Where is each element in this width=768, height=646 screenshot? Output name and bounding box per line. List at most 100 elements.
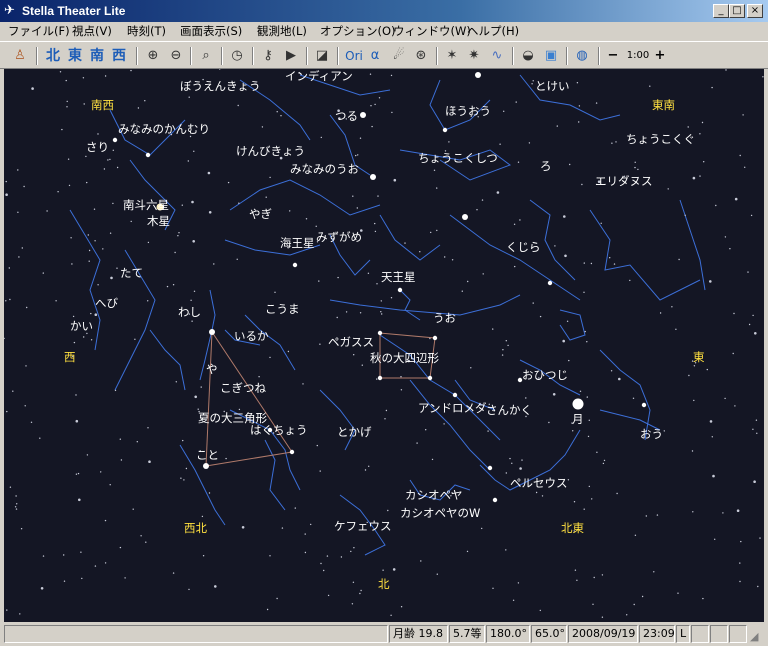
- star: [517, 161, 520, 163]
- sky-label-26[interactable]: いるか: [234, 329, 269, 343]
- menu-location[interactable]: 観測地(L): [257, 24, 307, 39]
- sky-label-13[interactable]: 南斗六星: [123, 198, 169, 212]
- direction-west-button[interactable]: 西: [110, 46, 128, 66]
- star: [23, 185, 25, 188]
- sky-label-30[interactable]: おひつじ: [522, 368, 568, 382]
- menu-help[interactable]: ヘルプ(H): [467, 24, 519, 39]
- star: [280, 115, 282, 117]
- moon-icon: [572, 398, 584, 410]
- menu-window[interactable]: ウィンドウ(W): [393, 24, 471, 39]
- zoom-in-button[interactable]: +: [652, 46, 668, 66]
- resize-grip-icon[interactable]: ◢: [750, 630, 764, 644]
- constellation-line-37: [679, 199, 706, 291]
- sky-label-7[interactable]: さり: [86, 140, 109, 154]
- clock-icon[interactable]: ◷: [227, 46, 247, 66]
- sky-label-8[interactable]: けんびきょう: [236, 144, 305, 158]
- sky-label-28[interactable]: 秋の大四辺形: [370, 351, 439, 365]
- bright-star: [377, 330, 383, 336]
- sky-label-32[interactable]: アンドロメダ: [418, 401, 487, 415]
- direction-east-button[interactable]: 東: [66, 46, 84, 66]
- zoom-in-icon[interactable]: ⊕: [143, 46, 163, 66]
- sky-label-34[interactable]: 月: [572, 412, 584, 426]
- menu-display[interactable]: 画面表示(S): [180, 24, 242, 39]
- globe-icon[interactable]: ◍: [572, 46, 592, 66]
- constellation-lines: [69, 74, 706, 556]
- star: [316, 444, 318, 447]
- sky-label-33[interactable]: さんかく: [486, 403, 532, 417]
- sky-label-39[interactable]: こと: [196, 448, 219, 462]
- sky-label-1[interactable]: インディアン: [285, 69, 353, 83]
- ori-button[interactable]: Ori: [343, 46, 365, 66]
- sky-label-10[interactable]: みなみのうお: [290, 162, 359, 176]
- sky-label-20[interactable]: 天王星: [381, 270, 416, 284]
- constellation-lines-icon[interactable]: ✶: [442, 46, 462, 66]
- milky-way-icon[interactable]: ∿: [487, 46, 507, 66]
- title-bar[interactable]: ✈ Stella Theater Lite _ □ ×: [0, 0, 768, 22]
- sky-label-2[interactable]: とけい: [535, 79, 570, 93]
- dome-icon[interactable]: ◒: [518, 46, 538, 66]
- close-button[interactable]: ×: [747, 4, 763, 18]
- sky-label-31[interactable]: こぎつね: [220, 381, 266, 395]
- star: [467, 280, 469, 283]
- sky-label-29[interactable]: や: [206, 362, 218, 376]
- bright-star: [397, 287, 403, 293]
- constellation-figure-icon[interactable]: ✷: [464, 46, 484, 66]
- sky-label-16[interactable]: 海王星: [280, 236, 315, 250]
- sky-label-11[interactable]: ろ: [540, 159, 552, 173]
- direction-south-button[interactable]: 南: [88, 46, 106, 66]
- maximize-button[interactable]: □: [729, 4, 745, 18]
- bright-star: [442, 127, 448, 133]
- menu-view[interactable]: 視点(V): [72, 24, 112, 39]
- sky-label-12[interactable]: エリダヌス: [595, 174, 653, 188]
- menu-time[interactable]: 時刻(T): [127, 24, 166, 39]
- play-icon[interactable]: ▶: [281, 46, 301, 66]
- sky-label-21[interactable]: へび: [95, 296, 118, 310]
- sky-label-5[interactable]: みなみのかんむり: [118, 122, 210, 136]
- observer-icon[interactable]: ♙: [10, 46, 30, 66]
- sky-label-43[interactable]: ケフェウス: [334, 519, 392, 533]
- sky-label-40[interactable]: ペルセウス: [510, 476, 568, 490]
- sky-label-18[interactable]: くじら: [506, 240, 541, 254]
- sky-label-41[interactable]: カシオペヤ: [405, 488, 463, 502]
- zoom-out-icon[interactable]: ⊖: [166, 46, 186, 66]
- menu-options[interactable]: オプション(O): [320, 24, 396, 39]
- sky-label-6[interactable]: ちょうこくぐ: [626, 132, 695, 146]
- star: [712, 474, 715, 478]
- search-window-icon[interactable]: ⌕: [196, 46, 216, 66]
- sky-label-25[interactable]: かい: [70, 319, 93, 333]
- sky-label-19[interactable]: たて: [120, 266, 143, 280]
- star: [425, 429, 427, 431]
- galaxy-icon[interactable]: ⊛: [411, 46, 431, 66]
- star: [276, 597, 278, 600]
- comet-icon[interactable]: ☄: [389, 46, 409, 66]
- star: [507, 344, 509, 347]
- sky-label-24[interactable]: うお: [433, 311, 456, 325]
- sky-label-42[interactable]: カシオペヤのW: [400, 506, 480, 520]
- sky-label-14[interactable]: 木星: [147, 214, 170, 228]
- zoom-out-button[interactable]: −: [605, 46, 621, 66]
- star: [629, 279, 631, 282]
- sky-label-17[interactable]: みずがめ: [316, 230, 362, 244]
- star-map[interactable]: ぼうえんきょう インディアンとけいつる ほうおうみなみのかんむりちょうこくぐさり けん…: [4, 69, 764, 622]
- sky-color-icon[interactable]: ▣: [541, 46, 561, 66]
- sky-label-4[interactable]: ほうおう: [445, 104, 491, 118]
- sky-label-27[interactable]: ペガスス: [328, 335, 374, 349]
- sky-label-3[interactable]: つる: [335, 109, 358, 123]
- key-icon[interactable]: ⚷: [258, 46, 278, 66]
- sky-label-9[interactable]: ちょうこくしつ: [418, 151, 498, 165]
- minimize-button[interactable]: _: [713, 4, 729, 18]
- sky-label-36[interactable]: はくちょう: [250, 423, 308, 437]
- sky-label-38[interactable]: おう: [640, 427, 663, 441]
- star: [5, 193, 8, 196]
- alpha-button[interactable]: α: [366, 46, 384, 66]
- sky-label-0[interactable]: ぼうえんきょう: [180, 79, 261, 93]
- star-map-canvas[interactable]: ぼうえんきょう インディアンとけいつる ほうおうみなみのかんむりちょうこくぐさり けん…: [4, 69, 764, 622]
- sky-label-15[interactable]: やぎ: [249, 207, 272, 221]
- star: [78, 498, 81, 502]
- sky-label-23[interactable]: こうま: [265, 302, 300, 316]
- sky-label-22[interactable]: わし: [178, 305, 201, 319]
- chart-icon[interactable]: ◪: [312, 46, 332, 66]
- direction-north-button[interactable]: 北: [44, 46, 62, 66]
- sky-label-37[interactable]: とかげ: [337, 425, 372, 439]
- menu-file[interactable]: ファイル(F): [8, 24, 70, 39]
